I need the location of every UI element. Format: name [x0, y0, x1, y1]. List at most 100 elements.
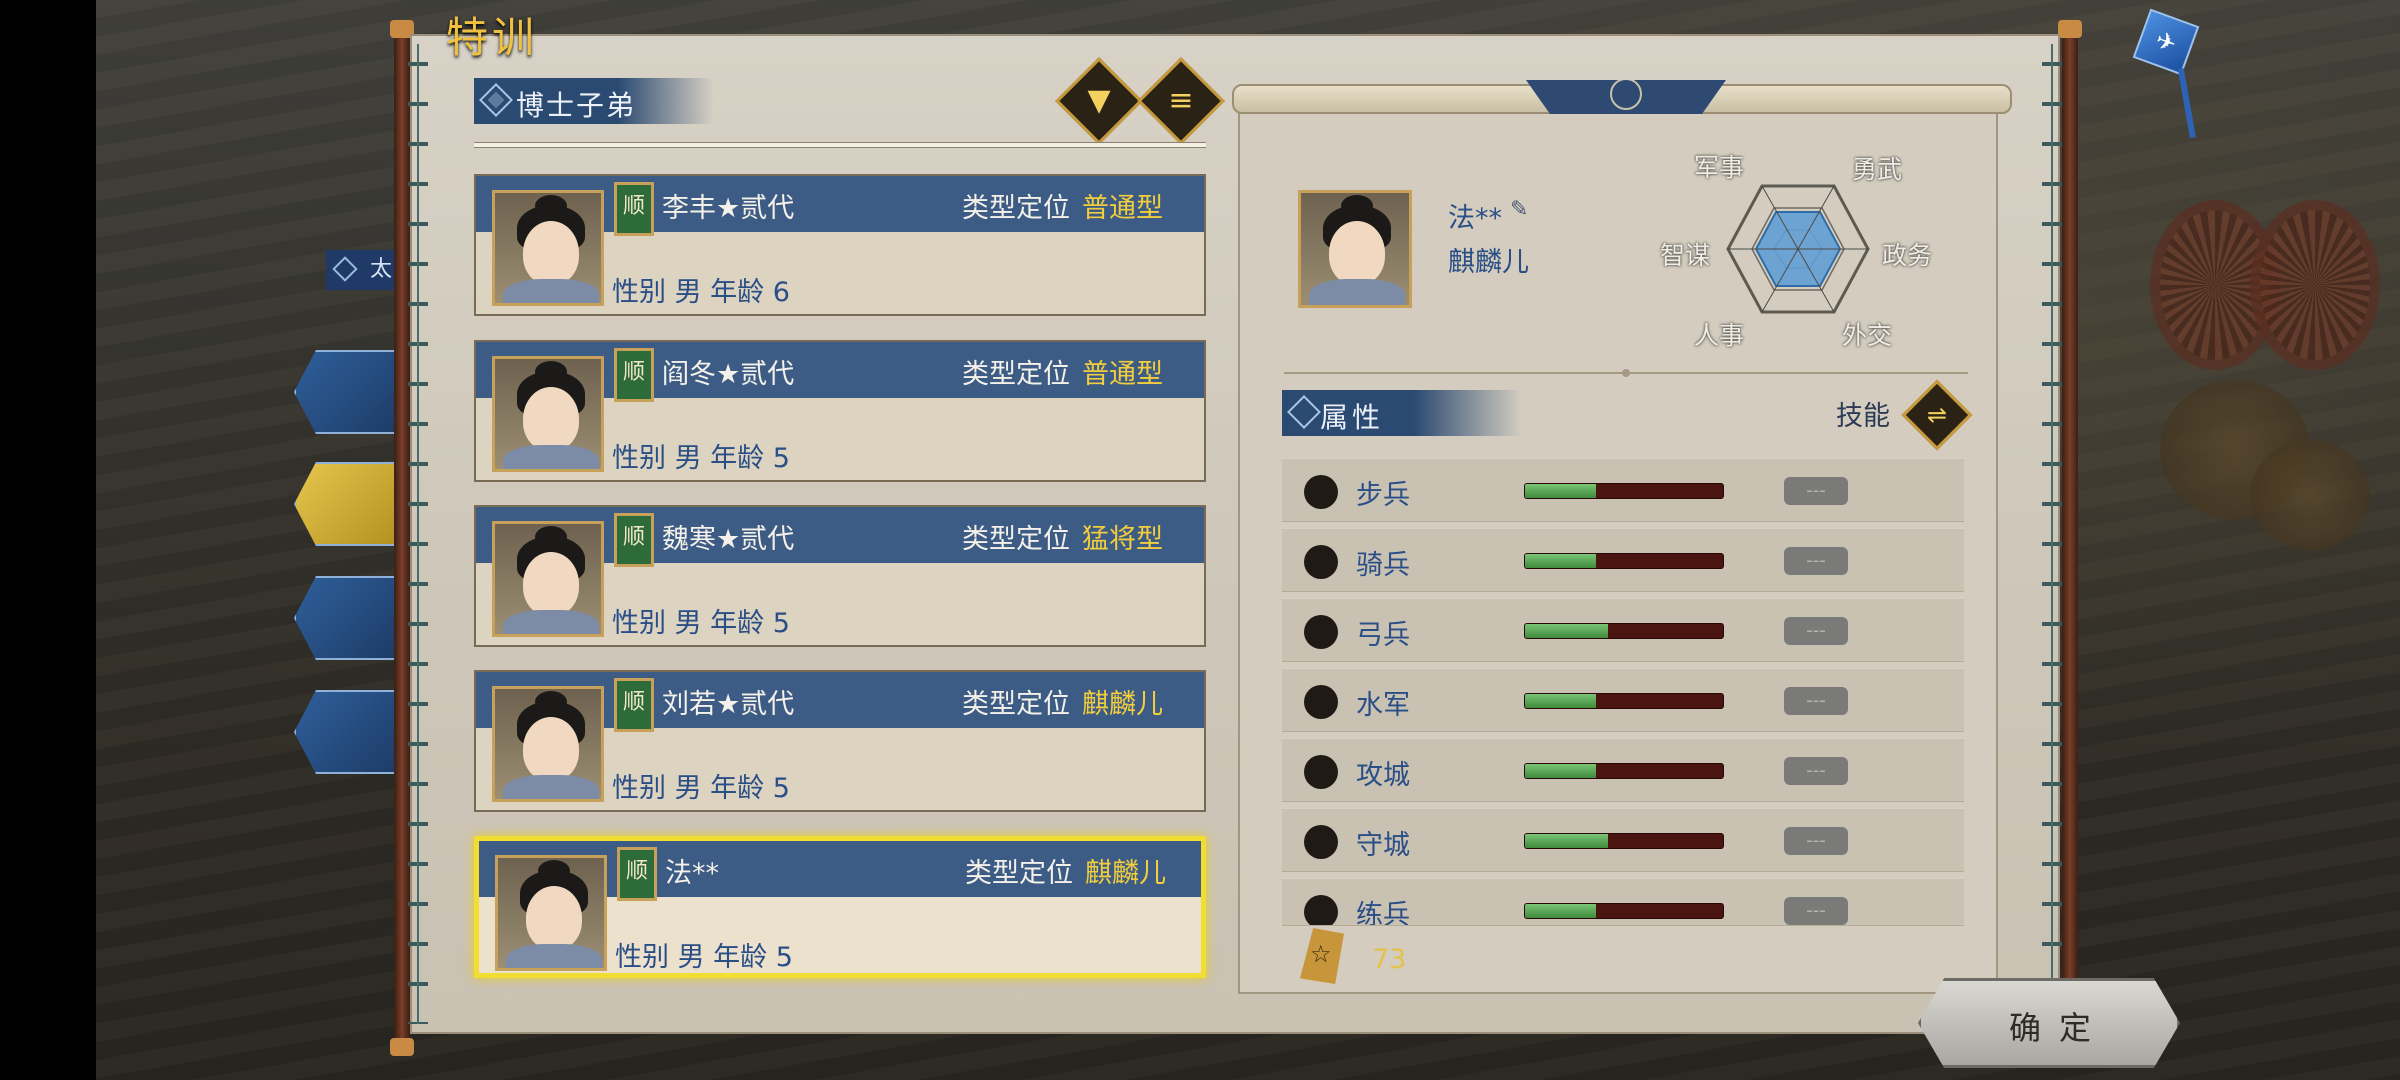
student-card[interactable]: 顺 刘若★贰代 类型定位 麒麟儿 性别 男 年龄 5 — [474, 670, 1206, 812]
attribute-bar — [1524, 623, 1724, 639]
attribute-row: 攻城 --- — [1282, 738, 1964, 802]
attribute-grade: --- — [1784, 477, 1848, 505]
type-label: 类型定位 — [962, 689, 1070, 720]
list-divider — [474, 142, 1206, 148]
student-card[interactable]: 顺 魏寒★贰代 类型定位 猛将型 性别 男 年龄 5 — [474, 505, 1206, 647]
type-value: 普通型 — [1082, 193, 1163, 224]
side-tab-3[interactable] — [294, 576, 404, 660]
student-portrait — [495, 855, 607, 971]
coin-value: 73 — [1372, 944, 1407, 975]
attribute-label: 守城 — [1356, 830, 1410, 861]
attribute-bar — [1524, 763, 1724, 779]
list-icon: ≡ — [1168, 83, 1194, 118]
attribute-row: 水军 --- — [1282, 668, 1964, 732]
attribute-section-header: 属性 — [1282, 390, 1522, 436]
detail-cap-badge — [1526, 80, 1726, 114]
attribute-label: 攻城 — [1356, 760, 1410, 791]
attribute-dot-icon — [1304, 895, 1338, 925]
student-name: 阎冬★贰代 — [662, 359, 795, 390]
type-value: 麒麟儿 — [1085, 858, 1166, 889]
side-category-text: 太 — [370, 257, 393, 282]
filter-icon: ▼ — [1087, 83, 1111, 118]
attribute-label: 弓兵 — [1356, 620, 1410, 651]
attribute-label: 步兵 — [1356, 480, 1410, 511]
attribute-dot-icon — [1304, 825, 1338, 859]
attribute-bar — [1524, 553, 1724, 569]
gender-age: 性别 男 年龄 5 — [615, 942, 793, 973]
student-card[interactable]: 顺 阎冬★贰代 类型定位 普通型 性别 男 年龄 5 — [474, 340, 1206, 482]
attribute-grade: --- — [1784, 687, 1848, 715]
type-value: 普通型 — [1082, 359, 1163, 390]
attribute-bar — [1524, 693, 1724, 709]
attribute-grade: --- — [1784, 827, 1848, 855]
stat-politics: 政务 — [1882, 241, 1933, 270]
attribute-dot-icon — [1304, 545, 1338, 579]
stat-valor: 勇武 — [1852, 155, 1903, 184]
stat-military: 军事 — [1694, 153, 1745, 182]
list-section-header: 博士子弟 — [474, 78, 714, 124]
detail-name: 法** — [1448, 203, 1502, 234]
student-name: 李丰★贰代 — [662, 193, 795, 224]
attribute-grade: --- — [1784, 617, 1848, 645]
skill-label: 技能 — [1836, 401, 1890, 432]
student-name: 刘若★贰代 — [662, 689, 795, 720]
student-portrait — [492, 356, 604, 472]
edit-name-icon[interactable]: ✎ — [1510, 198, 1540, 222]
attribute-row: 骑兵 --- — [1282, 528, 1964, 592]
detail-type: 麒麟儿 — [1448, 247, 1529, 278]
attribute-dot-icon — [1304, 755, 1338, 789]
detail-portrait — [1298, 190, 1412, 308]
attribute-row: 弓兵 --- — [1282, 598, 1964, 662]
attribute-row: 练兵 --- — [1282, 878, 1964, 926]
confirm-button[interactable]: 确定 — [1918, 978, 2180, 1068]
status-tag: 顺 — [614, 678, 654, 732]
stat-hexagon-chart — [1726, 184, 1870, 314]
attribute-bar — [1524, 483, 1724, 499]
status-tag: 顺 — [614, 182, 654, 236]
attribute-grade: --- — [1784, 757, 1848, 785]
student-name: 魏寒★贰代 — [662, 524, 795, 555]
student-name: 法** — [665, 858, 719, 889]
student-card[interactable]: 顺 法** 类型定位 麒麟儿 性别 男 年龄 5 — [474, 836, 1206, 978]
student-portrait — [492, 190, 604, 306]
side-tab-2-active[interactable] — [294, 462, 404, 546]
type-label: 类型定位 — [962, 524, 1070, 555]
attribute-row: 守城 --- — [1282, 808, 1964, 872]
screen-title: 特训 — [446, 13, 539, 62]
attribute-dot-icon — [1304, 685, 1338, 719]
stat-personnel: 人事 — [1694, 321, 1745, 350]
gender-age: 性别 男 年龄 6 — [612, 277, 790, 308]
list-header-label: 博士子弟 — [516, 89, 637, 122]
swap-icon: ⇌ — [1926, 401, 1948, 429]
diamond-icon — [479, 83, 513, 117]
attribute-bar — [1524, 833, 1724, 849]
attribute-grade: --- — [1784, 897, 1848, 925]
tree-decor — [2250, 440, 2370, 550]
attribute-header-label: 属性 — [1320, 401, 1385, 434]
confirm-label: 确定 — [2009, 1009, 2110, 1047]
stat-strategy: 智谋 — [1660, 241, 1711, 270]
student-portrait — [492, 521, 604, 637]
side-tab-4[interactable] — [294, 690, 404, 774]
type-label: 类型定位 — [965, 858, 1073, 889]
diamond-icon — [332, 256, 358, 282]
attribute-label: 水军 — [1356, 690, 1410, 721]
water-wheel-decor — [2250, 200, 2380, 370]
status-tag: 顺 — [617, 847, 657, 901]
stat-diplomacy: 外交 — [1842, 321, 1893, 350]
detail-divider — [1284, 369, 1968, 377]
status-tag: 顺 — [614, 348, 654, 402]
attribute-label: 骑兵 — [1356, 550, 1410, 581]
type-value: 麒麟儿 — [1082, 689, 1163, 720]
attribute-row: 步兵 --- — [1282, 458, 1964, 522]
gender-age: 性别 男 年龄 5 — [612, 443, 790, 474]
student-portrait — [492, 686, 604, 802]
attribute-grade: --- — [1784, 547, 1848, 575]
chain-decor-left — [408, 44, 428, 1024]
side-tab-1[interactable] — [294, 350, 404, 434]
student-card[interactable]: 顺 李丰★贰代 类型定位 普通型 性别 男 年龄 6 — [474, 174, 1206, 316]
attribute-dot-icon — [1304, 615, 1338, 649]
type-value: 猛将型 — [1082, 524, 1163, 555]
chain-decor-right — [2042, 44, 2062, 1024]
type-label: 类型定位 — [962, 359, 1070, 390]
